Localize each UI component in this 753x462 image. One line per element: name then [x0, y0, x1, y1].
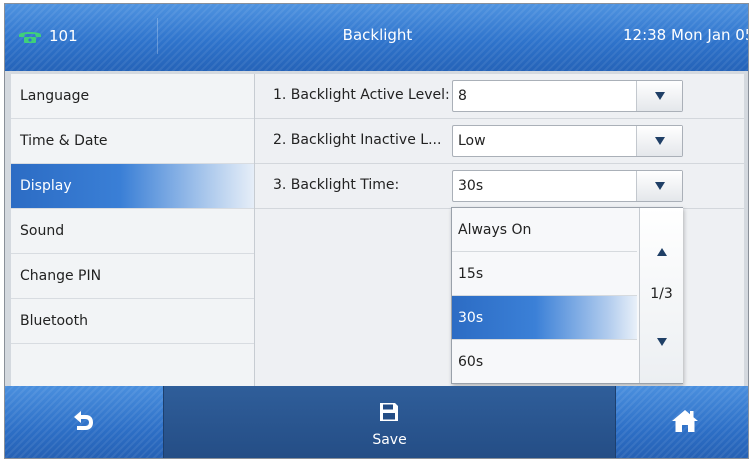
sidebar-item-bluetooth[interactable]: Bluetooth	[11, 299, 254, 344]
save-label: Save	[372, 432, 407, 448]
scroll-down-icon[interactable]	[657, 338, 667, 346]
setting-label: 3. Backlight Time:	[273, 177, 400, 193]
backlight-time-select[interactable]: 30s	[452, 170, 683, 202]
sidebar-item-time-date[interactable]: Time & Date	[11, 119, 254, 164]
option-label: Always On	[458, 222, 532, 238]
sidebar-item-language[interactable]: Language	[11, 74, 254, 119]
sidebar-item-label: Time & Date	[20, 133, 108, 149]
option-label: 30s	[458, 310, 484, 326]
sidebar-item-label: Bluetooth	[20, 313, 88, 329]
backlight-time-dropdown: Always On 15s 30s 60s 1/3	[451, 207, 683, 384]
setting-label: 1. Backlight Active Level:	[273, 87, 450, 103]
dropdown-option-always-on[interactable]: Always On	[452, 208, 637, 252]
select-value: 8	[458, 88, 467, 104]
date-time: 12:38 Mon Jan 05	[623, 26, 749, 44]
back-button[interactable]	[5, 386, 160, 458]
dropdown-options: Always On 15s 30s 60s	[452, 208, 637, 383]
sidebar-item-label: Display	[20, 178, 72, 194]
save-button[interactable]: Save	[163, 386, 616, 458]
sidebar-item-change-pin[interactable]: Change PIN	[11, 254, 254, 299]
softkey-bar: Save	[5, 386, 748, 458]
dropdown-option-60s[interactable]: 60s	[452, 340, 637, 384]
home-button[interactable]	[619, 386, 748, 458]
dropdown-arrow-icon[interactable]	[636, 126, 682, 156]
phone-screen: 101 Backlight 12:38 Mon Jan 05 Language …	[4, 3, 749, 459]
sidebar-item-sound[interactable]: Sound	[11, 209, 254, 254]
scroll-up-icon[interactable]	[657, 248, 667, 256]
select-value: 30s	[458, 178, 484, 194]
setting-row-active-level: 1. Backlight Active Level: 8	[255, 74, 744, 119]
sidebar-item-label: Language	[20, 88, 90, 104]
home-icon	[672, 410, 698, 432]
setting-row-backlight-time: 3. Backlight Time: 30s	[255, 164, 744, 209]
title-bar: 101 Backlight 12:38 Mon Jan 05	[5, 4, 749, 71]
inactive-level-select[interactable]: Low	[452, 125, 683, 157]
setting-label: 2. Backlight Inactive L...	[273, 132, 442, 148]
sidebar-item-label: Change PIN	[20, 268, 102, 284]
dropdown-arrow-icon[interactable]	[636, 81, 682, 111]
sidebar-item-label: Sound	[20, 223, 65, 239]
dropdown-arrow-icon[interactable]	[636, 171, 682, 201]
setting-row-inactive-level: 2. Backlight Inactive L... Low	[255, 119, 744, 164]
settings-sidebar: Language Time & Date Display Sound Chang…	[11, 74, 255, 390]
select-value: Low	[458, 133, 486, 149]
dropdown-option-15s[interactable]: 15s	[452, 252, 637, 296]
dropdown-option-30s[interactable]: 30s	[452, 296, 637, 340]
active-level-select[interactable]: 8	[452, 80, 683, 112]
sidebar-item-display[interactable]: Display	[11, 164, 254, 209]
back-arrow-icon	[74, 411, 93, 430]
option-label: 15s	[458, 266, 484, 282]
page-indicator: 1/3	[650, 286, 673, 302]
dropdown-scroller: 1/3	[639, 208, 683, 383]
option-label: 60s	[458, 354, 484, 370]
floppy-disk-icon	[380, 403, 398, 421]
